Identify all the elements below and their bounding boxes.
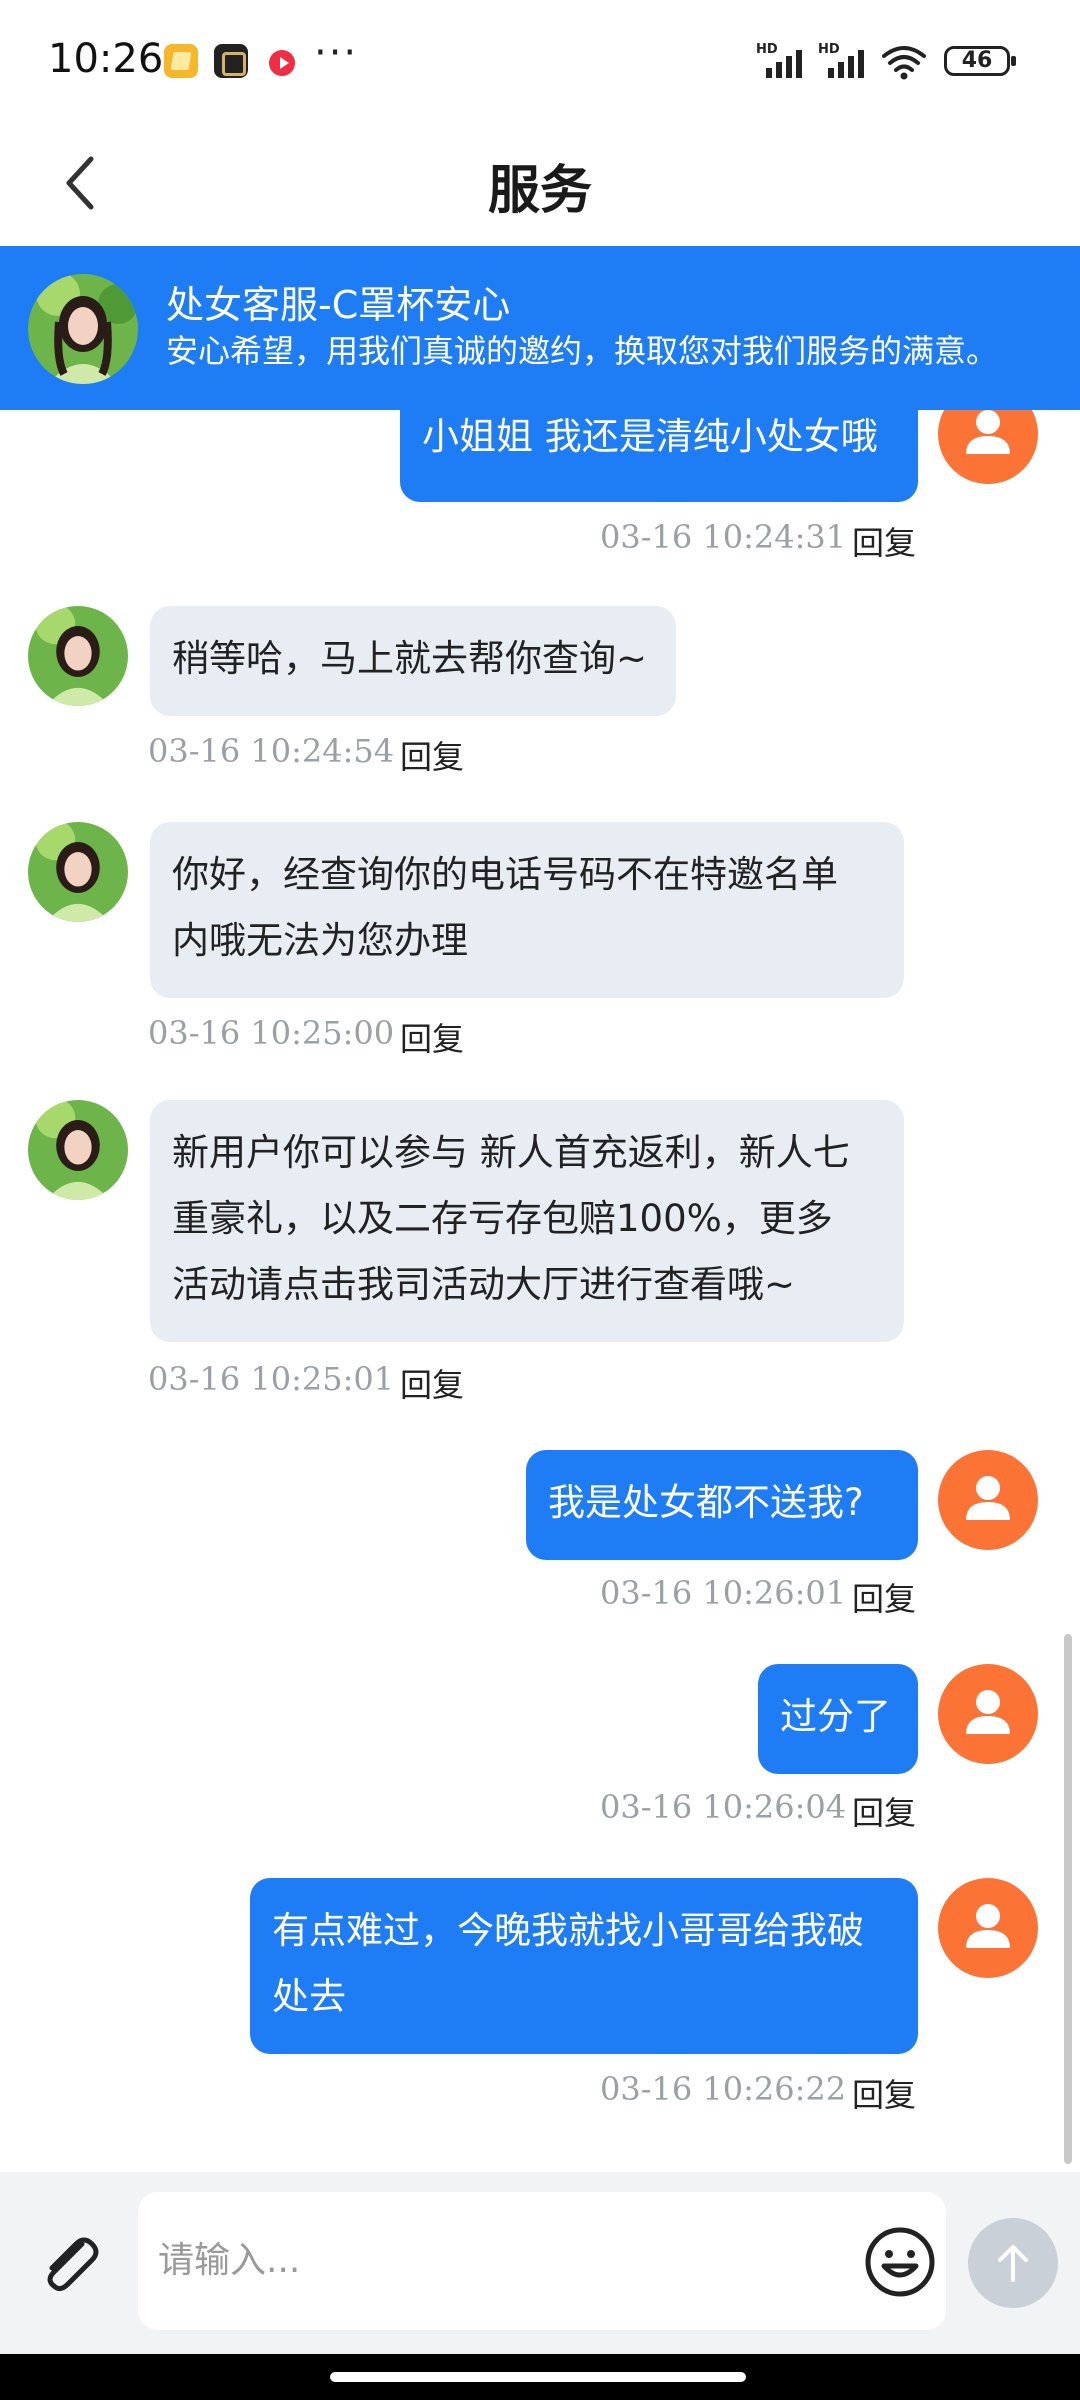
agent-avatar xyxy=(28,822,128,922)
battery-level: 46 xyxy=(961,48,993,73)
agent-message-bubble[interactable]: 新用户你可以参与 新人首充返利，新人七 重豪礼，以及二存亏存包赔100%，更多 … xyxy=(150,1100,904,1342)
user-icon xyxy=(966,410,1010,454)
home-gesture-handle[interactable] xyxy=(330,2372,746,2382)
user-message-bubble[interactable]: 过分了 xyxy=(758,1664,918,1774)
reply-button[interactable]: 回复 xyxy=(852,1574,916,1620)
agent-photo-icon xyxy=(28,606,128,706)
wifi-icon xyxy=(882,46,926,80)
message-timestamp: 03-16 10:25:01 xyxy=(148,1360,395,1398)
message-input[interactable] xyxy=(156,2222,796,2298)
message-text: 过分了 xyxy=(780,1695,891,1738)
message-text: 有点难过，今晚我就找小哥哥给我破 xyxy=(272,1909,864,1952)
user-icon xyxy=(966,1690,1010,1734)
user-icon xyxy=(966,1476,1010,1520)
user-message-bubble[interactable]: 有点难过，今晚我就找小哥哥给我破 处去 xyxy=(250,1878,918,2054)
agent-message-bubble[interactable]: 稍等哈，马上就去帮你查询~ xyxy=(150,606,676,716)
more-notifications-icon: ··· xyxy=(314,30,359,76)
message-text: 稍等哈，马上就去帮你查询~ xyxy=(172,637,648,680)
message-input-container xyxy=(138,2192,946,2330)
video-app-icon xyxy=(266,44,300,78)
status-time: 10:26 xyxy=(48,36,164,82)
user-avatar xyxy=(938,1878,1038,1978)
notes-app-icon xyxy=(164,44,198,78)
agent-banner: 处女客服-C罩杯安心 安心希望，用我们真诚的邀约，换取您对我们服务的满意。 xyxy=(0,246,1080,410)
message-text: 小姐姐 我还是清纯小处女哦 xyxy=(422,415,878,458)
message-text: 处去 xyxy=(272,1975,346,2018)
message-timestamp: 03-16 10:26:22 xyxy=(600,2070,847,2108)
paperclip-icon xyxy=(47,2237,99,2292)
system-navigation-bar xyxy=(0,2354,1080,2400)
agent-message-bubble[interactable]: 你好，经查询你的电话号码不在特邀名单 内哦无法为您办理 xyxy=(150,822,904,998)
reply-button[interactable]: 回复 xyxy=(400,1014,464,1060)
emoji-smile-icon xyxy=(865,2227,935,2297)
nav-bar: 服务 xyxy=(0,124,1080,248)
agent-avatar xyxy=(28,274,138,384)
send-button[interactable] xyxy=(968,2218,1058,2308)
status-bar: 10:26 ··· HD HD 46 xyxy=(0,0,1080,124)
message-timestamp: 03-16 10:24:31 xyxy=(600,518,847,556)
agent-photo-icon xyxy=(28,822,128,922)
message-timestamp: 03-16 10:26:04 xyxy=(600,1788,847,1826)
composer-bar xyxy=(0,2172,1080,2354)
user-avatar xyxy=(938,410,1038,484)
user-message-bubble[interactable]: 小姐姐 我还是清纯小处女哦 xyxy=(400,410,918,502)
user-avatar xyxy=(938,1664,1038,1764)
reply-button[interactable]: 回复 xyxy=(852,1788,916,1834)
agent-name: 处女客服-C罩杯安心 xyxy=(166,283,511,327)
attach-button[interactable] xyxy=(30,2222,110,2302)
chat-message-list[interactable]: 小姐姐 我还是清纯小处女哦 03-16 10:24:31 回复 稍等哈，马上就去… xyxy=(0,410,1080,2172)
message-text: 重豪礼，以及二存亏存包赔100%，更多 xyxy=(172,1197,833,1240)
user-avatar xyxy=(938,1450,1038,1550)
message-timestamp: 03-16 10:25:00 xyxy=(148,1014,395,1052)
battery-icon: 46 xyxy=(944,46,1016,76)
chat-scrollbar[interactable] xyxy=(1064,1634,1072,2164)
message-timestamp: 03-16 10:26:01 xyxy=(600,1574,847,1612)
reply-button[interactable]: 回复 xyxy=(400,1360,464,1406)
user-icon xyxy=(966,1904,1010,1948)
reply-button[interactable]: 回复 xyxy=(852,518,916,564)
emoji-button[interactable] xyxy=(860,2222,940,2302)
arrow-up-icon xyxy=(998,2245,1028,2282)
page-title: 服务 xyxy=(487,161,592,221)
user-message-bubble[interactable]: 我是处女都不送我? xyxy=(526,1450,918,1560)
game-app-icon xyxy=(214,44,248,78)
agent-photo-icon xyxy=(28,1100,128,1200)
agent-slogan: 安心希望，用我们真诚的邀约，换取您对我们服务的满意。 xyxy=(166,332,999,370)
cellular-signal-1-icon: HD xyxy=(756,42,808,78)
reply-button[interactable]: 回复 xyxy=(400,732,464,778)
message-text: 你好，经查询你的电话号码不在特邀名单 xyxy=(172,853,838,896)
message-text: 活动请点击我司活动大厅进行查看哦~ xyxy=(172,1263,796,1306)
reply-button[interactable]: 回复 xyxy=(852,2070,916,2116)
message-text: 我是处女都不送我? xyxy=(548,1481,864,1524)
agent-avatar xyxy=(28,606,128,706)
agent-avatar xyxy=(28,1100,128,1200)
message-text: 内哦无法为您办理 xyxy=(172,919,468,962)
agent-photo-icon xyxy=(28,274,138,384)
cellular-signal-2-icon: HD xyxy=(818,42,870,78)
message-timestamp: 03-16 10:24:54 xyxy=(148,732,395,770)
message-text: 新用户你可以参与 新人首充返利，新人七 xyxy=(172,1131,850,1174)
